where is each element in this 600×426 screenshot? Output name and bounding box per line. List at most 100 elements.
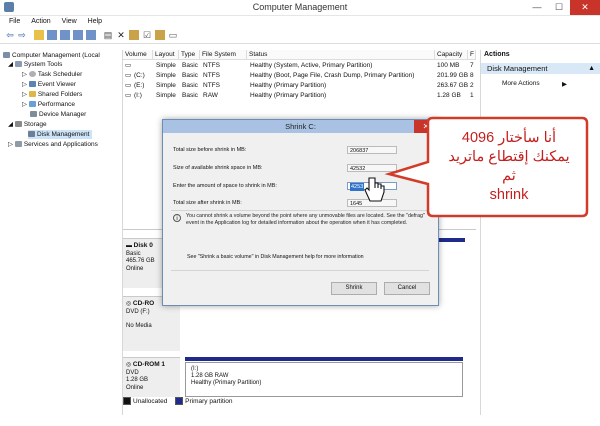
- callout-line: يمكنك إقتطاع ماتريد: [448, 148, 570, 165]
- cdrom-1-panel[interactable]: ◎ CD-ROM 1 DVD 1.28 GB Online: [123, 357, 180, 397]
- table-cell: Healthy (System, Active, Primary Partiti…: [250, 62, 373, 69]
- table-cell: RAW: [203, 92, 218, 99]
- table-cell: (E:): [134, 82, 145, 89]
- table-cell: 100 MB: [437, 62, 460, 69]
- table-cell: Basic: [182, 92, 198, 99]
- partition-block[interactable]: (I:) 1.28 GB RAW Healthy (Primary Partit…: [185, 362, 463, 397]
- table-cell: Basic: [182, 62, 198, 69]
- legend-primary: Primary partition: [185, 398, 233, 405]
- column-header-layout[interactable]: Layout: [153, 50, 179, 60]
- check-icon[interactable]: ☑: [142, 30, 152, 40]
- maximize-button[interactable]: ☐: [548, 0, 570, 15]
- available-label: Size of available shrink space in MB:: [173, 165, 263, 171]
- volume-list: Volume Layout Type File System Status Ca…: [123, 50, 476, 110]
- window-title: Computer Management: [252, 2, 348, 12]
- callout-text: أنا سأختار 4096 يمكنك إقتطاع ماتريد ثم s…: [428, 116, 590, 217]
- column-header-file-system[interactable]: File System: [200, 50, 247, 60]
- disk-drive: DVD (F:): [126, 308, 150, 315]
- tree-item-device-manager[interactable]: Device Manager: [30, 110, 86, 119]
- partition-status: Healthy (Primary Partition): [191, 380, 262, 386]
- close-button[interactable]: ✕: [570, 0, 600, 15]
- folder-up-icon[interactable]: [34, 30, 44, 40]
- table-cell: (I:): [134, 92, 142, 99]
- folder-icon[interactable]: [129, 30, 139, 40]
- tree-item-services[interactable]: ▷ Services and Applications: [8, 140, 98, 149]
- menu-help[interactable]: Help: [88, 16, 102, 28]
- help-icon[interactable]: [73, 30, 83, 40]
- total-before-label: Total size before shrink in MB:: [173, 147, 247, 153]
- minimize-button[interactable]: —: [526, 0, 548, 15]
- collapsed-icon[interactable]: ▷: [22, 71, 29, 78]
- collapsed-icon[interactable]: ▷: [22, 81, 29, 88]
- primary-swatch: [175, 397, 184, 406]
- list-icon[interactable]: ▤: [103, 30, 113, 40]
- more-actions-link[interactable]: More Actions ▶: [502, 80, 567, 88]
- console-tree-icon[interactable]: [47, 30, 57, 40]
- drive-icon[interactable]: ▭: [168, 30, 178, 40]
- device-manager-icon: [30, 111, 37, 118]
- open-folder-icon[interactable]: [155, 30, 165, 40]
- disk-status: Online: [126, 384, 144, 391]
- back-icon[interactable]: ⇦: [5, 30, 15, 40]
- expand-icon[interactable]: ◢: [8, 61, 15, 68]
- disk-media: No Media: [126, 323, 152, 329]
- tree-item-root[interactable]: Computer Management (Local: [3, 51, 100, 60]
- column-header-free[interactable]: F: [468, 50, 476, 60]
- menu-action[interactable]: Action: [31, 16, 50, 28]
- disk-name: CD-RO: [132, 300, 155, 307]
- console-tree: Computer Management (Local ◢ System Tool…: [0, 50, 123, 415]
- cancel-button[interactable]: Cancel: [384, 282, 430, 295]
- cd-icon: ◎: [126, 301, 133, 307]
- tree-item-storage[interactable]: ◢ Storage: [8, 120, 47, 129]
- tree-item-event-viewer[interactable]: ▷ Event Viewer: [22, 80, 76, 89]
- collapsed-icon[interactable]: ▷: [8, 141, 15, 148]
- table-cell: Simple: [156, 72, 176, 79]
- collapsed-icon[interactable]: ▷: [22, 101, 29, 108]
- table-cell: Basic: [182, 72, 198, 79]
- table-cell: NTFS: [203, 82, 220, 89]
- toolbar: ⇦ ⇨ ▤ ✕ ☑ ▭: [0, 28, 600, 44]
- actions-header: Actions: [484, 51, 510, 58]
- collapse-arrow-icon[interactable]: ▲: [588, 63, 595, 74]
- services-icon: [14, 141, 22, 148]
- menu-view[interactable]: View: [62, 16, 77, 28]
- column-header-type[interactable]: Type: [179, 50, 200, 60]
- callout-line: أنا سأختار 4096: [461, 129, 557, 146]
- tree-item-shared-folders[interactable]: ▷ Shared Folders: [22, 90, 82, 99]
- title-bar: Computer Management — ☐ ✕: [0, 0, 600, 16]
- tree-item-performance[interactable]: ▷ Performance: [22, 100, 75, 109]
- table-cell: 7: [470, 62, 474, 69]
- collapsed-icon[interactable]: ▷: [22, 91, 29, 98]
- actions-section-disk-management[interactable]: Disk Management ▲: [481, 63, 600, 74]
- tree-item-task-scheduler[interactable]: ▷ Task Scheduler: [22, 70, 82, 79]
- dialog-separator: [171, 270, 429, 271]
- delete-icon[interactable]: ✕: [116, 30, 126, 40]
- properties-icon[interactable]: [60, 30, 70, 40]
- expand-icon[interactable]: ◢: [8, 121, 15, 128]
- callout-line: shrink: [489, 186, 529, 203]
- disk-size: 1.28 GB: [126, 377, 149, 383]
- column-header-status[interactable]: Status: [247, 50, 435, 60]
- after-label: Total size after shrink in MB:: [173, 200, 242, 206]
- column-header-volume[interactable]: Volume: [123, 50, 153, 60]
- clock-icon: [28, 71, 36, 78]
- dialog-help-text: See "Shrink a basic volume" in Disk Mana…: [187, 254, 364, 260]
- unallocated-swatch: [123, 397, 131, 406]
- shared-folder-icon: [28, 91, 36, 98]
- table-cell: 263.67 GB: [437, 82, 469, 89]
- toolbox-icon: [14, 61, 22, 68]
- cd-icon: ◎: [126, 362, 133, 368]
- tree-item-system-tools[interactable]: ◢ System Tools: [8, 60, 62, 69]
- partition-size: 1.28 GB RAW: [191, 373, 229, 379]
- forward-icon[interactable]: ⇨: [17, 30, 27, 40]
- info-icon: i: [173, 214, 181, 222]
- column-header-capacity[interactable]: Capacity: [435, 50, 468, 60]
- partition-bar: [437, 238, 465, 242]
- menu-file[interactable]: File: [9, 16, 20, 28]
- view-icon[interactable]: [86, 30, 96, 40]
- table-cell: 201.99 GB: [437, 72, 469, 79]
- shrink-button[interactable]: Shrink: [331, 282, 377, 295]
- table-cell: NTFS: [203, 62, 220, 69]
- tree-item-disk-management[interactable]: Disk Management: [28, 130, 93, 139]
- callout-annotation: أنا سأختار 4096 يمكنك إقتطاع ماتريد ثم s…: [384, 116, 590, 220]
